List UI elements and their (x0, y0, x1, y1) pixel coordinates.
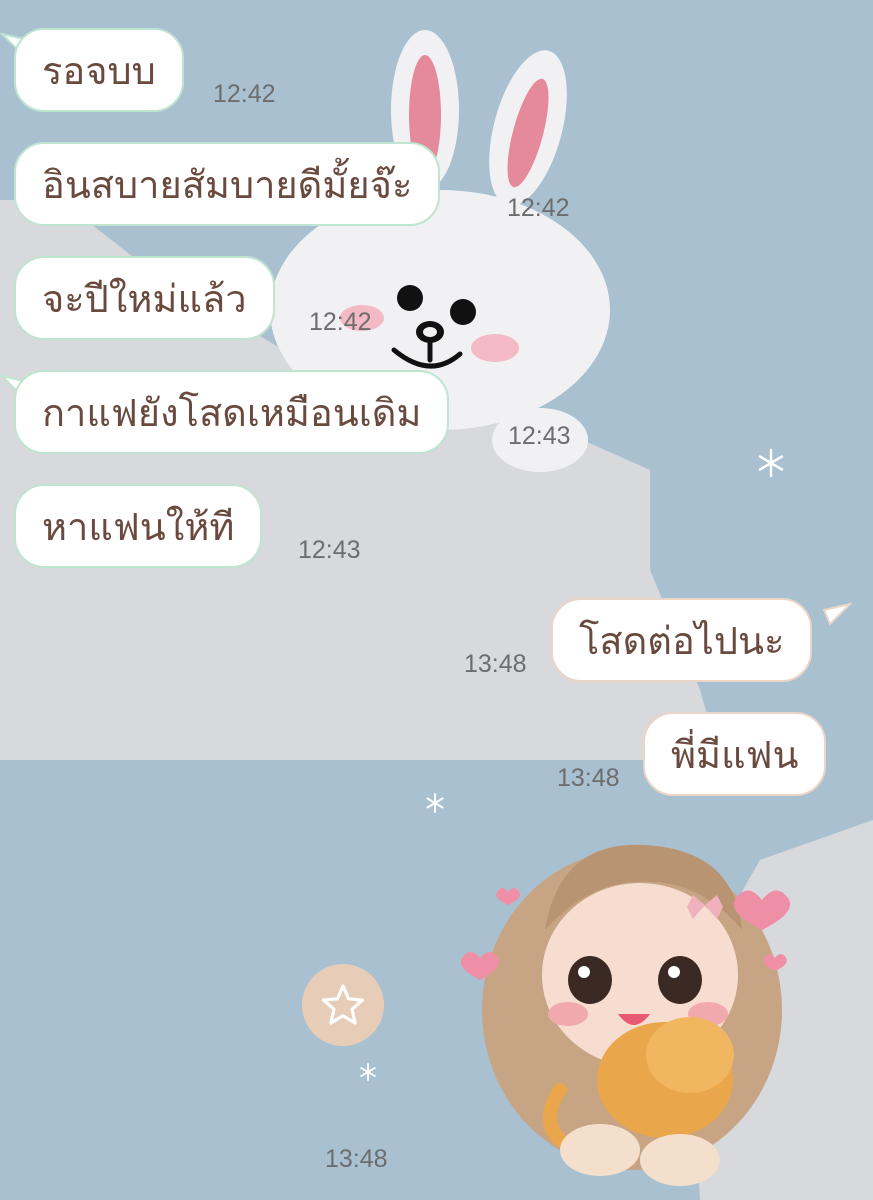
message-text: จะปีใหม่แล้ว (42, 277, 247, 321)
message-time: 13:48 (557, 764, 620, 792)
message-bubble[interactable]: พี่มีแฟน (643, 712, 827, 796)
snowflake-icon (360, 1062, 376, 1082)
bubble-tail (822, 602, 852, 626)
message-time: 12:43 (298, 536, 361, 564)
message-time: 12:43 (508, 422, 571, 450)
message-text: โสดต่อไปนะ (579, 619, 785, 663)
favorite-sticker-button[interactable] (302, 964, 384, 1046)
message-text: หาแฟนให้ที (42, 505, 235, 549)
message-bubble[interactable]: จะปีใหม่แล้ว (14, 256, 275, 340)
message-time: 12:42 (213, 80, 276, 108)
message-time: 13:48 (464, 650, 527, 678)
star-icon (321, 984, 365, 1025)
message-text: พี่มีแฟน (671, 733, 799, 777)
message-bubble[interactable]: หาแฟนให้ที (14, 484, 263, 568)
message-bubble[interactable]: รอจบบ (14, 28, 184, 112)
message-bubble[interactable]: กาแฟยังโสดเหมือนเดิม (14, 370, 450, 454)
chat-screen: รอจบบ 12:42 อินสบายสัมบายดีมั้ยจ๊ะ 12:42… (0, 0, 873, 1200)
message-text: อินสบายสัมบายดีมั้ยจ๊ะ (42, 163, 413, 207)
snowflake-icon (758, 448, 784, 478)
message-text: รอจบบ (42, 49, 156, 93)
message-time: 13:48 (325, 1145, 388, 1173)
message-bubble[interactable]: โสดต่อไปนะ (551, 598, 813, 682)
snowflake-icon (426, 793, 444, 813)
message-bubble[interactable]: อินสบายสัมบายดีมั้ยจ๊ะ (14, 142, 441, 226)
message-time: 12:42 (507, 194, 570, 222)
message-time: 12:42 (309, 308, 372, 336)
message-text: กาแฟยังโสดเหมือนเดิม (42, 391, 422, 435)
